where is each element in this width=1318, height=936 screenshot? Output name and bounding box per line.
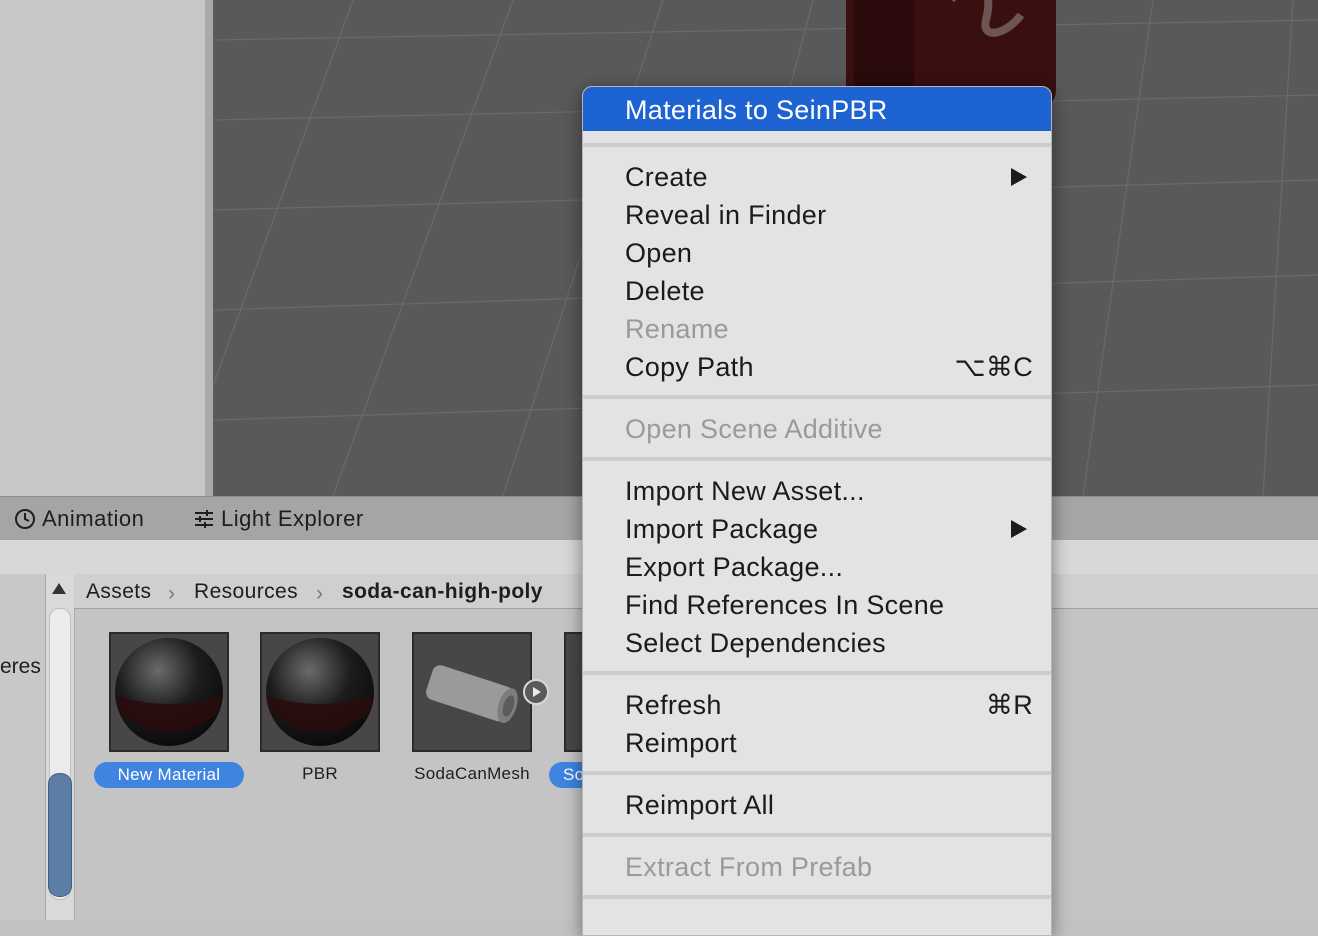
menu-separator (583, 895, 1051, 899)
project-tree[interactable] (0, 574, 45, 920)
menu-separator (583, 143, 1051, 147)
menu-item-label: Refresh (625, 690, 722, 720)
menu-separator (583, 395, 1051, 399)
hierarchy-panel (0, 0, 205, 496)
menu-item-rename: Rename (583, 309, 1051, 347)
panel-divider[interactable] (205, 0, 213, 496)
breadcrumb-assets[interactable]: Assets (86, 580, 151, 604)
tab-animation[interactable]: Animation (14, 505, 144, 533)
tab-animation-label: Animation (42, 506, 145, 531)
menu-item-open-scene-additive: Open Scene Additive (583, 409, 1051, 447)
menu-item-select-dependencies[interactable]: Select Dependencies (583, 623, 1051, 661)
menu-item-label: Rename (625, 314, 729, 344)
clock-icon (15, 509, 35, 529)
menu-item-label: Materials to SeinPBR (625, 95, 888, 125)
sliders-icon (195, 510, 213, 528)
menu-item-create[interactable]: Create (583, 157, 1051, 195)
menu-item-label: Export Package... (625, 552, 844, 582)
asset-label-new-material[interactable]: New Material (94, 762, 244, 788)
menu-item-shortcut: ⌘R (985, 690, 1033, 720)
play-icon[interactable] (523, 679, 549, 705)
menu-item-extract-from-prefab: Extract From Prefab (583, 847, 1051, 885)
tab-light-explorer[interactable]: Light Explorer (193, 505, 364, 533)
asset-thumbnail-new-material[interactable] (109, 632, 229, 752)
menu-separator (583, 833, 1051, 837)
menu-separator (583, 671, 1051, 675)
menu-separator (583, 771, 1051, 775)
menu-item-label: Reveal in Finder (625, 200, 827, 230)
menu-item-reimport[interactable]: Reimport (583, 723, 1051, 761)
menu-item-label: Select Dependencies (625, 628, 886, 658)
menu-item-shortcut: ⌥⌘C (954, 352, 1033, 382)
asset-thumbnail-pbr[interactable] (260, 632, 380, 752)
material-sphere-icon (266, 638, 374, 746)
mesh-can-icon (426, 665, 518, 723)
chevron-right-icon: › (168, 582, 175, 605)
menu-item-label: Import Package (625, 514, 819, 544)
menu-item-find-references[interactable]: Find References In Scene (583, 585, 1051, 623)
menu-item-label: Open Scene Additive (625, 414, 883, 444)
breadcrumb-current-folder[interactable]: soda-can-high-poly (342, 580, 543, 604)
menu-item-reimport-all[interactable]: Reimport All (583, 785, 1051, 823)
menu-item-refresh[interactable]: Refresh ⌘R (583, 685, 1051, 723)
scroll-up-arrow-icon[interactable] (52, 583, 66, 594)
menu-item-label: Copy Path (625, 352, 754, 382)
menu-item-reveal-in-finder[interactable]: Reveal in Finder (583, 195, 1051, 233)
breadcrumb-resources[interactable]: Resources (194, 580, 298, 604)
submenu-arrow-icon (1011, 520, 1027, 538)
menu-item-delete[interactable]: Delete (583, 271, 1051, 309)
menu-item-label: Open (625, 238, 693, 268)
menu-item-label: Create (625, 162, 708, 192)
menu-item-materials-to-seinpbr[interactable]: Materials to SeinPBR (583, 87, 1051, 131)
menu-item-import-package[interactable]: Import Package (583, 509, 1051, 547)
context-menu: Materials to SeinPBR Create Reveal in Fi… (582, 86, 1052, 936)
chevron-right-icon: › (316, 582, 323, 605)
asset-label-pbr[interactable]: PBR (260, 764, 380, 784)
menu-item-label: Extract From Prefab (625, 852, 873, 882)
menu-item-import-new-asset[interactable]: Import New Asset... (583, 471, 1051, 509)
asset-label-soda-can-mesh[interactable]: SodaCanMesh (404, 764, 540, 784)
scroll-thumb[interactable] (48, 773, 72, 897)
tab-light-explorer-label: Light Explorer (221, 506, 364, 531)
menu-item-label: Delete (625, 276, 705, 306)
material-sphere-icon (115, 638, 223, 746)
menu-item-label: Find References In Scene (625, 590, 945, 620)
menu-separator (583, 457, 1051, 461)
submenu-arrow-icon (1011, 168, 1027, 186)
menu-item-label: Reimport All (625, 790, 775, 820)
menu-item-export-package[interactable]: Export Package... (583, 547, 1051, 585)
menu-item-label: Reimport (625, 728, 737, 758)
menu-item-open[interactable]: Open (583, 233, 1051, 271)
menu-item-copy-path[interactable]: Copy Path ⌥⌘C (583, 347, 1051, 385)
tree-item-label[interactable]: eres (0, 655, 41, 679)
menu-item-label: Import New Asset... (625, 476, 865, 506)
asset-thumbnail-soda-can-mesh[interactable] (412, 632, 532, 752)
